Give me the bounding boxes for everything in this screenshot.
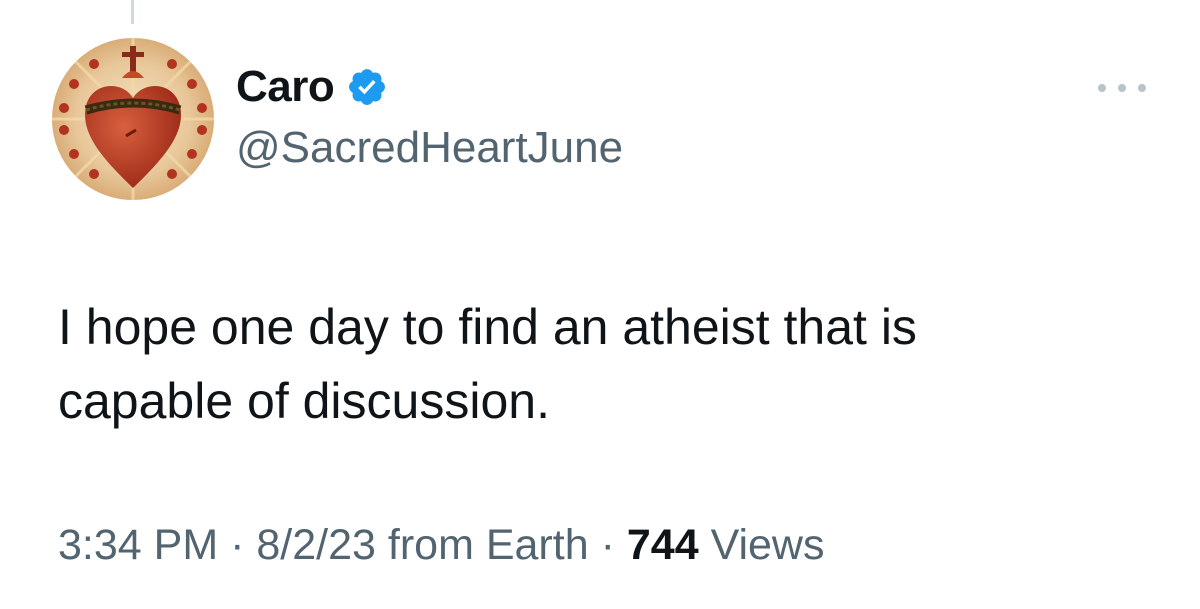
meta-separator: · xyxy=(600,521,615,569)
avatar[interactable] xyxy=(52,38,214,200)
tweet-metadata: 3:34 PM · 8/2/23 from Earth · 744 Views xyxy=(58,517,825,573)
more-dot xyxy=(1118,84,1126,92)
author-handle[interactable]: @SacredHeartJune xyxy=(236,122,623,174)
tweet-source: from Earth xyxy=(387,521,589,569)
thread-connector-line xyxy=(131,0,134,24)
more-dot xyxy=(1098,84,1106,92)
more-options-icon[interactable] xyxy=(1098,74,1146,102)
tweet-date[interactable]: 8/2/23 xyxy=(256,521,376,569)
display-name[interactable]: Caro xyxy=(236,62,335,112)
views-label[interactable]: Views xyxy=(711,521,825,569)
verified-badge-icon[interactable] xyxy=(346,66,388,108)
views-count[interactable]: 744 xyxy=(627,521,699,569)
sacred-heart-avatar-image xyxy=(52,38,214,200)
tweet-text: I hope one day to find an atheist that i… xyxy=(58,299,917,429)
more-dot xyxy=(1138,84,1146,92)
meta-separator: · xyxy=(230,521,245,569)
tweet-time[interactable]: 3:34 PM xyxy=(58,521,218,569)
author-name-row: Caro xyxy=(236,62,388,112)
